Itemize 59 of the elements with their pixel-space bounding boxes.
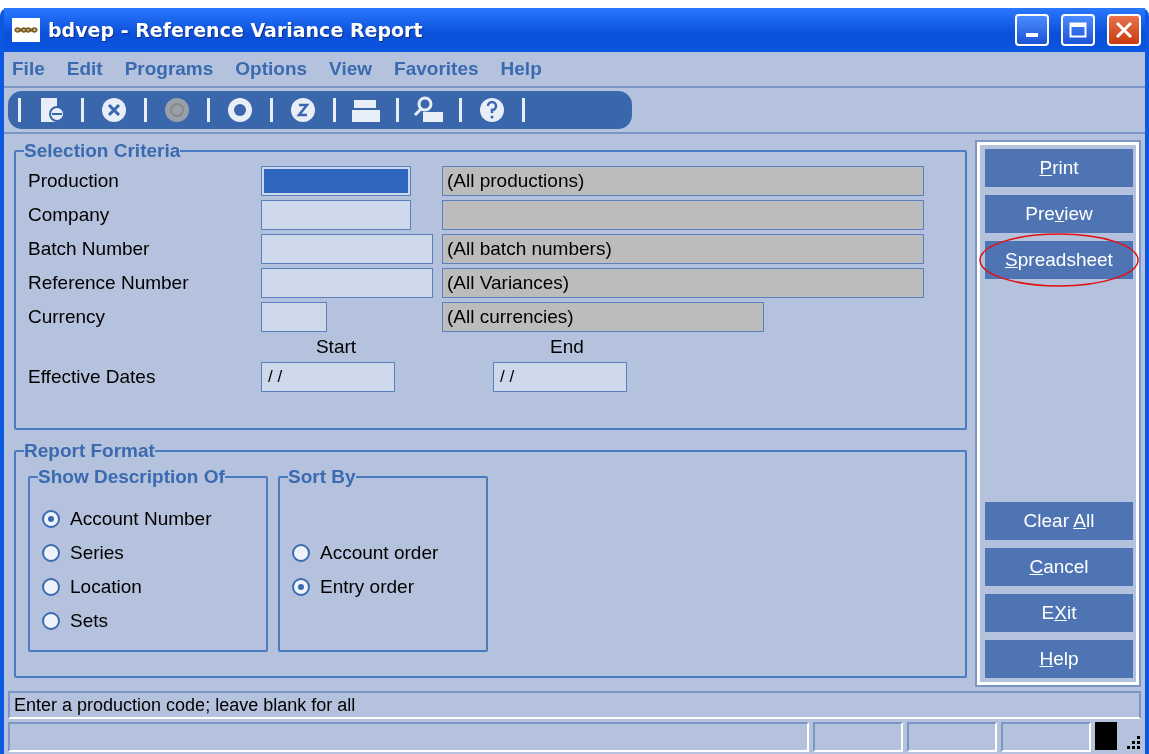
radio-button[interactable] bbox=[42, 544, 60, 562]
menu-item[interactable]: Edit bbox=[66, 58, 103, 80]
window-title: bdvep - Reference Variance Report bbox=[48, 19, 424, 41]
date-field[interactable]: / / bbox=[261, 362, 395, 392]
radio-button[interactable] bbox=[42, 510, 60, 528]
radio-button[interactable] bbox=[292, 578, 310, 596]
menu-item[interactable]: File bbox=[12, 58, 45, 80]
action-button[interactable]: Clear All bbox=[985, 502, 1133, 540]
menu-item[interactable]: Favorites bbox=[394, 58, 479, 80]
description-field: (All productions) bbox=[442, 166, 924, 196]
field-label: Company bbox=[28, 204, 111, 226]
group-title: Selection Criteria bbox=[24, 140, 181, 162]
field-label: Batch Number bbox=[28, 238, 151, 260]
option-label: Account order bbox=[320, 542, 439, 564]
menu-item[interactable]: View bbox=[329, 58, 373, 80]
minimize-button[interactable] bbox=[1015, 14, 1049, 46]
date-field[interactable]: / / bbox=[493, 362, 627, 392]
minimize-icon bbox=[1026, 33, 1038, 37]
maximize-icon bbox=[1069, 22, 1087, 38]
menu-item[interactable]: Programs bbox=[124, 58, 214, 80]
input-field[interactable] bbox=[261, 302, 327, 332]
action-button[interactable]: Spreadsheet bbox=[985, 241, 1133, 279]
action-button[interactable]: EXit bbox=[985, 594, 1133, 632]
option-label: Location bbox=[70, 576, 142, 598]
input-field[interactable] bbox=[261, 234, 433, 264]
status-indicator bbox=[1095, 722, 1117, 750]
option-label: Sets bbox=[70, 610, 109, 632]
group-title: Show Description Of bbox=[38, 466, 225, 488]
input-field[interactable] bbox=[261, 200, 411, 230]
close-button[interactable] bbox=[1107, 14, 1141, 46]
radio-button[interactable] bbox=[42, 612, 60, 630]
option-label: Account Number bbox=[70, 508, 212, 530]
group-title: Report Format bbox=[24, 440, 155, 462]
column-header: Start bbox=[314, 336, 358, 358]
action-button[interactable]: Print bbox=[985, 149, 1133, 187]
column-header: End bbox=[549, 336, 585, 358]
field-label: Reference Number bbox=[28, 272, 190, 294]
description-field: (All currencies) bbox=[442, 302, 764, 332]
status-message: Enter a production code; leave blank for all bbox=[8, 691, 1141, 719]
group-title: Sort By bbox=[288, 466, 356, 488]
app-icon bbox=[12, 18, 40, 42]
menu-item[interactable]: Options bbox=[235, 58, 308, 80]
radio-button[interactable] bbox=[292, 544, 310, 562]
action-button[interactable]: Help bbox=[985, 640, 1133, 678]
option-label: Series bbox=[70, 542, 124, 564]
menu-item[interactable]: Help bbox=[500, 58, 542, 80]
description-field: (All Variances) bbox=[442, 268, 924, 298]
field-label: Effective Dates bbox=[28, 366, 157, 388]
maximize-button[interactable] bbox=[1061, 14, 1095, 46]
field-label: Production bbox=[28, 170, 120, 192]
input-field[interactable] bbox=[261, 268, 433, 298]
close-icon bbox=[1115, 21, 1133, 39]
field-label: Currency bbox=[28, 306, 107, 328]
action-button[interactable]: Cancel bbox=[985, 548, 1133, 586]
input-field[interactable] bbox=[261, 166, 411, 196]
option-label: Entry order bbox=[320, 576, 414, 598]
description-field: (All batch numbers) bbox=[442, 234, 924, 264]
radio-button[interactable] bbox=[42, 578, 60, 596]
action-button[interactable]: Preview bbox=[985, 195, 1133, 233]
